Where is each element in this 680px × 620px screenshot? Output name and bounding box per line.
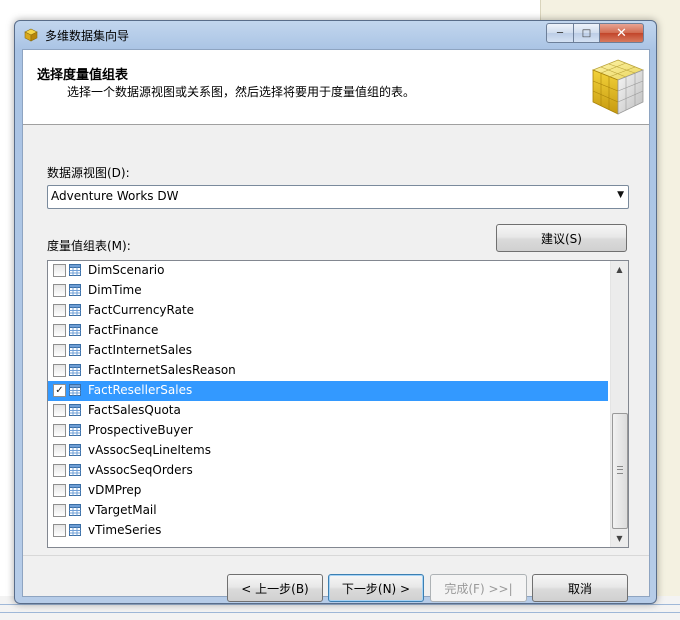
data-source-view-dropdown[interactable]: Adventure Works DW ▼ — [47, 185, 629, 209]
table-row[interactable]: vDMPrep — [48, 481, 608, 501]
table-icon — [69, 504, 81, 516]
data-source-view-value: Adventure Works DW — [51, 189, 179, 203]
table-icon — [69, 444, 81, 456]
wizard-header: 选择度量值组表 选择一个数据源视图或关系图，然后选择将要用于度量值组的表。 — [23, 50, 649, 125]
window-title: 多维数据集向导 — [45, 29, 130, 43]
table-name: ProspectiveBuyer — [88, 423, 193, 437]
suggest-button[interactable]: 建议(S) — [496, 224, 627, 252]
scroll-down-arrow-icon[interactable]: ▼ — [611, 530, 628, 547]
minimize-button[interactable]: ─ — [546, 23, 574, 43]
minimize-icon: ─ — [556, 27, 564, 39]
table-row[interactable]: ProspectiveBuyer — [48, 421, 608, 441]
cube-app-icon — [24, 28, 38, 42]
maximize-button[interactable]: □ — [573, 23, 600, 43]
cube-graphic-icon — [591, 59, 645, 115]
table-checkbox[interactable] — [53, 344, 66, 357]
table-checkbox[interactable] — [53, 484, 66, 497]
measure-group-tables-list[interactable]: DimScenario DimTime FactCurrencyRate FactFi… — [47, 260, 629, 548]
maximize-icon: □ — [581, 27, 592, 39]
table-row[interactable]: FactInternetSales — [48, 341, 608, 361]
table-name: vDMPrep — [88, 483, 142, 497]
table-checkbox[interactable]: ✓ — [53, 384, 66, 397]
finish-button[interactable]: 完成(F) >>| — [430, 574, 527, 602]
table-row[interactable]: DimScenario — [48, 261, 608, 281]
title-bar[interactable]: 多维数据集向导 ─ □ ✕ — [15, 21, 656, 49]
table-checkbox[interactable] — [53, 284, 66, 297]
table-icon — [69, 364, 81, 376]
page-title: 选择度量值组表 — [37, 68, 129, 83]
data-source-view-label: 数据源视图(D): — [47, 166, 130, 180]
scroll-thumb[interactable] — [612, 413, 628, 529]
footer-divider — [23, 555, 649, 556]
cube-wizard-dialog: 多维数据集向导 ─ □ ✕ 选择度量值组表 选择一个数据源视图或关系图，然后选择… — [14, 20, 657, 604]
table-name: FactInternetSalesReason — [88, 363, 236, 377]
table-checkbox[interactable] — [53, 524, 66, 537]
table-icon — [69, 384, 81, 396]
table-name: vAssocSeqOrders — [88, 463, 193, 477]
table-name: vTimeSeries — [88, 523, 162, 537]
table-name: FactFinance — [88, 323, 159, 337]
table-name: DimScenario — [88, 263, 165, 277]
measure-group-tables-label: 度量值组表(M): — [47, 239, 131, 253]
table-icon — [69, 304, 81, 316]
table-row[interactable]: vTargetMail — [48, 501, 608, 521]
back-button[interactable]: < 上一步(B) — [227, 574, 323, 602]
dropdown-arrow-icon[interactable]: ▼ — [617, 190, 624, 200]
table-checkbox[interactable] — [53, 424, 66, 437]
table-list-rows: DimScenario DimTime FactCurrencyRate FactFi… — [48, 261, 610, 547]
table-icon — [69, 424, 81, 436]
table-checkbox[interactable] — [53, 324, 66, 337]
cancel-button[interactable]: 取消 — [532, 574, 628, 602]
table-row[interactable]: FactCurrencyRate — [48, 301, 608, 321]
table-checkbox[interactable] — [53, 364, 66, 377]
table-name: DimTime — [88, 283, 142, 297]
table-row[interactable]: vAssocSeqLineItems — [48, 441, 608, 461]
table-name: FactResellerSales — [88, 383, 193, 397]
table-icon — [69, 464, 81, 476]
table-name: vAssocSeqLineItems — [88, 443, 211, 457]
table-checkbox[interactable] — [53, 304, 66, 317]
scroll-up-arrow-icon[interactable]: ▲ — [611, 261, 628, 278]
table-name: FactInternetSales — [88, 343, 193, 357]
page-subtitle: 选择一个数据源视图或关系图，然后选择将要用于度量值组的表。 — [67, 85, 416, 99]
table-icon — [69, 524, 81, 536]
table-icon — [69, 344, 81, 356]
table-icon — [69, 264, 81, 276]
table-row[interactable]: ✓ FactResellerSales — [48, 381, 608, 401]
table-name: vTargetMail — [88, 503, 157, 517]
close-icon: ✕ — [616, 25, 627, 41]
list-vertical-scrollbar[interactable]: ▲ ▼ — [610, 261, 628, 547]
table-checkbox[interactable] — [53, 404, 66, 417]
table-icon — [69, 284, 81, 296]
table-icon — [69, 404, 81, 416]
table-row[interactable]: FactSalesQuota — [48, 401, 608, 421]
table-name: FactCurrencyRate — [88, 303, 195, 317]
table-checkbox[interactable] — [53, 444, 66, 457]
close-button[interactable]: ✕ — [599, 23, 644, 43]
table-icon — [69, 324, 81, 336]
next-button[interactable]: 下一步(N) > — [328, 574, 424, 602]
table-row[interactable]: DimTime — [48, 281, 608, 301]
table-row[interactable]: vAssocSeqOrders — [48, 461, 608, 481]
table-icon — [69, 484, 81, 496]
table-checkbox[interactable] — [53, 464, 66, 477]
table-row[interactable]: FactInternetSalesReason — [48, 361, 608, 381]
wizard-client-area: 选择度量值组表 选择一个数据源视图或关系图，然后选择将要用于度量值组的表。 数据… — [22, 49, 650, 602]
table-row[interactable]: FactFinance — [48, 321, 608, 341]
table-name: FactSalesQuota — [88, 403, 181, 417]
table-checkbox[interactable] — [53, 504, 66, 517]
table-row[interactable]: vTimeSeries — [48, 521, 608, 541]
table-checkbox[interactable] — [53, 264, 66, 277]
